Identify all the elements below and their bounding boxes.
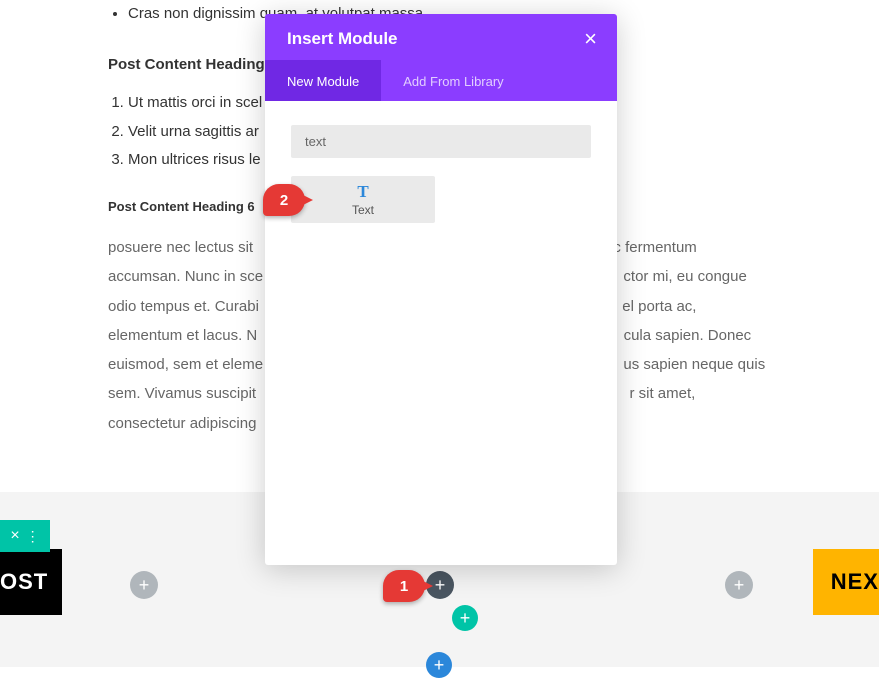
module-search-input[interactable] bbox=[291, 125, 591, 158]
modal-tabs: New Module Add From Library bbox=[265, 60, 617, 101]
modal-header: Insert Module × New Module Add From Libr… bbox=[265, 14, 617, 101]
modal-close-button[interactable]: × bbox=[584, 28, 597, 50]
tab-new-module[interactable]: New Module bbox=[265, 60, 381, 101]
drag-handle-icon[interactable]: ⋮ bbox=[26, 528, 40, 545]
add-row-button[interactable]: + bbox=[452, 605, 478, 631]
tab-add-from-library[interactable]: Add From Library bbox=[381, 60, 525, 101]
close-icon[interactable]: × bbox=[10, 527, 19, 545]
add-section-button[interactable]: + bbox=[426, 652, 452, 678]
section-toolbar[interactable]: × ⋮ bbox=[0, 520, 50, 552]
annotation-callout-1: 1 bbox=[383, 570, 425, 602]
previous-post-button[interactable]: OST bbox=[0, 549, 62, 615]
add-column-button[interactable]: + bbox=[725, 571, 753, 599]
insert-module-modal: Insert Module × New Module Add From Libr… bbox=[265, 14, 617, 565]
add-column-button[interactable]: + bbox=[130, 571, 158, 599]
module-item-label: Text bbox=[352, 203, 374, 217]
text-icon: T bbox=[357, 182, 368, 202]
annotation-callout-2: 2 bbox=[263, 184, 305, 216]
next-post-button[interactable]: NEX bbox=[813, 549, 879, 615]
modal-body: T Text bbox=[265, 101, 617, 247]
modal-title: Insert Module bbox=[287, 29, 398, 49]
